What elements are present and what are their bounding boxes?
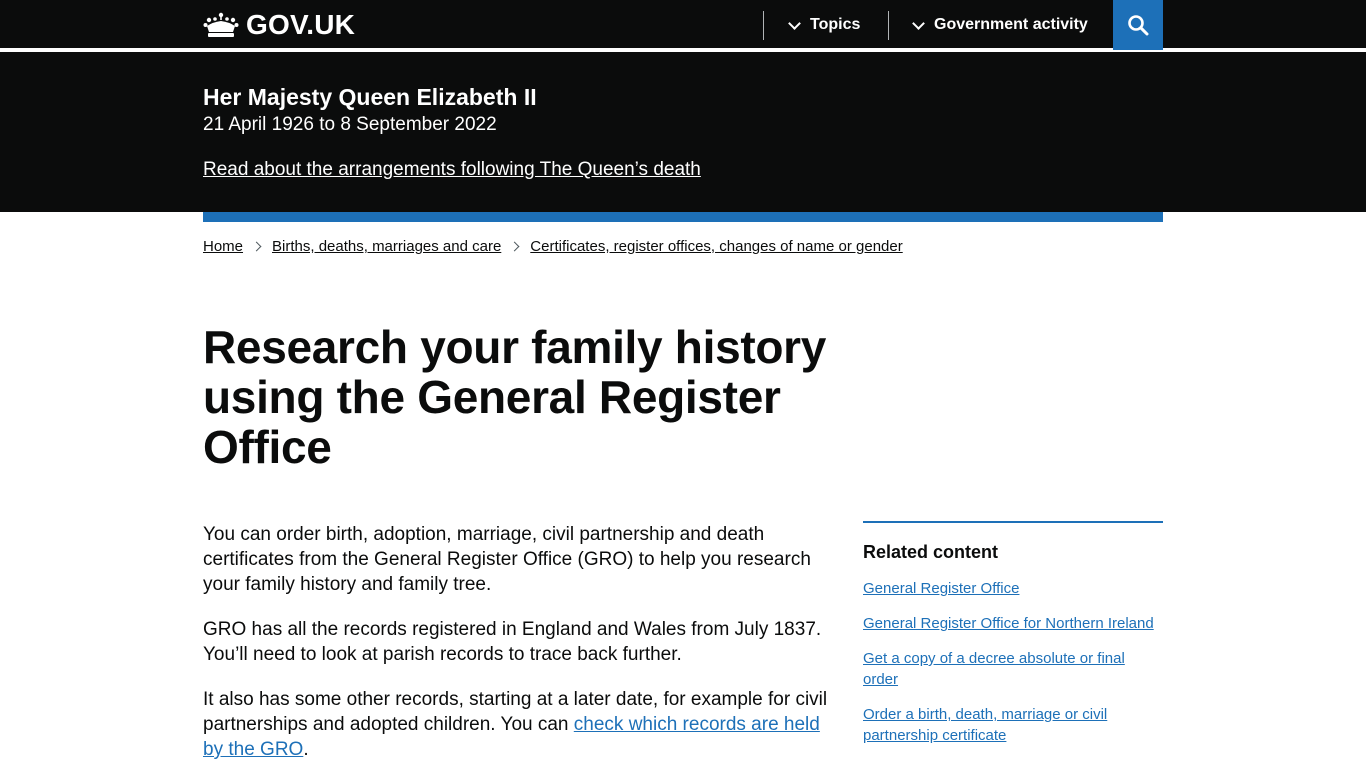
nav-separator [888, 11, 889, 40]
related-link-order-certificate[interactable]: Order a birth, death, marriage or civil … [863, 704, 1163, 746]
search-icon [1128, 15, 1149, 36]
breadcrumb: Home Births, deaths, marriages and care … [203, 238, 903, 255]
body-paragraph: GRO has all the records registered in En… [203, 619, 822, 665]
related-content: Related content General Register Office … [863, 521, 1163, 760]
banner-dates: 21 April 1926 to 8 September 2022 [203, 114, 497, 135]
breadcrumb-home[interactable]: Home [203, 238, 243, 255]
chevron-down-icon [788, 16, 801, 30]
related-link-decree[interactable]: Get a copy of a decree absolute or final… [863, 648, 1163, 690]
banner-link[interactable]: Read about the arrangements following Th… [203, 159, 701, 181]
related-link-gro-ni[interactable]: General Register Office for Northern Ire… [863, 613, 1163, 634]
main-content: You can order birth, adoption, marriage,… [203, 522, 833, 782]
nav-topics-label: Topics [810, 16, 861, 33]
breadcrumb-births-deaths[interactable]: Births, deaths, marriages and care [272, 238, 501, 255]
site-header: GOV.UK Topics Government activity [0, 0, 1366, 50]
breadcrumb-certificates[interactable]: Certificates, register offices, changes … [530, 238, 902, 255]
body-paragraph-with-link: It also has some other records, starting… [203, 687, 833, 762]
paragraph-end: . [303, 739, 309, 760]
related-content-heading: Related content [863, 542, 999, 562]
govuk-logo-link[interactable]: GOV.UK [203, 9, 355, 41]
nav-separator [763, 11, 764, 40]
breadcrumb-chevron-icon [251, 241, 262, 252]
header-blue-bar [203, 212, 1163, 222]
nav-government-activity-label: Government activity [934, 16, 1088, 33]
logo-text: GOV.UK [246, 9, 356, 40]
nav-government-activity-button[interactable]: Government activity [888, 0, 1113, 50]
related-link-gro[interactable]: General Register Office [863, 578, 1163, 599]
breadcrumb-chevron-icon [509, 241, 520, 252]
nav-topics-button[interactable]: Topics [763, 0, 888, 50]
banner-title: Her Majesty Queen Elizabeth II [203, 84, 537, 110]
chevron-down-icon [912, 16, 925, 30]
search-button[interactable] [1113, 0, 1163, 50]
crown-icon [203, 12, 239, 37]
body-paragraph: You can order birth, adoption, marriage,… [203, 524, 811, 595]
page-title: Research your family history using the G… [203, 321, 827, 473]
memorial-banner: Her Majesty Queen Elizabeth II 21 April … [0, 52, 1366, 212]
